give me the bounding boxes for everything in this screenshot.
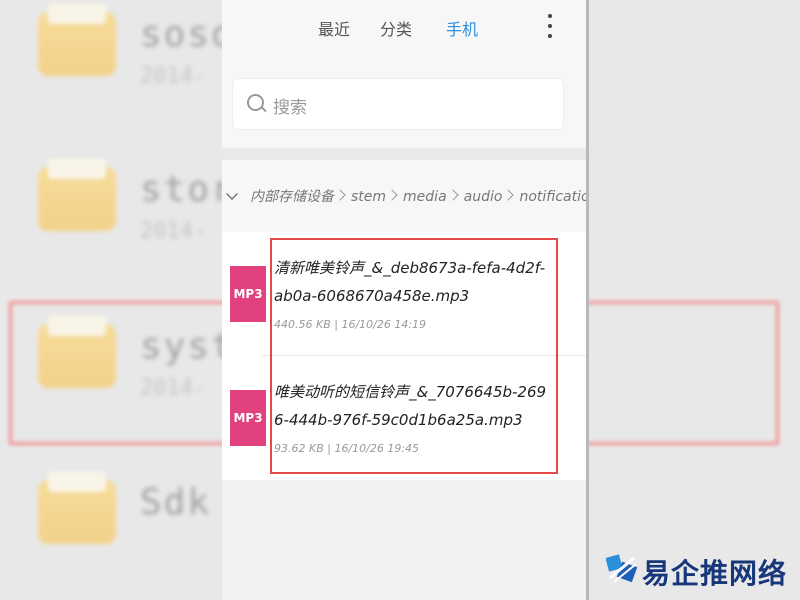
chevron-down-icon[interactable]: [226, 188, 238, 200]
chevron-right-icon: [507, 189, 513, 201]
mp3-file-icon: MP3: [230, 266, 266, 322]
file-meta: 440.56 KB | 16/10/26 14:19: [274, 318, 427, 331]
search-placeholder: 搜索: [273, 98, 307, 118]
section-divider: [222, 148, 586, 160]
file-name: 清新唯美铃声_&_deb8673a-fefa-4d2f-ab0a-6068670…: [274, 259, 546, 305]
watermark-logo-icon: [606, 554, 638, 583]
empty-area: [222, 480, 586, 600]
breadcrumb-item[interactable]: 内部存储设备: [250, 189, 334, 205]
breadcrumb-item[interactable]: media: [403, 189, 447, 205]
file-name: 唯美动听的短信铃声_&_7076645b-2696-444b-976f-59c0…: [274, 383, 547, 429]
watermark-text: 易企推网络: [642, 557, 788, 590]
search-icon: [247, 94, 264, 111]
chevron-right-icon: [452, 189, 458, 201]
breadcrumb-item[interactable]: stem: [351, 189, 386, 205]
more-menu-icon[interactable]: [540, 12, 560, 42]
list-item[interactable]: MP3 清新唯美铃声_&_deb8673a-fefa-4d2f-ab0a-606…: [222, 232, 586, 356]
search-area: 搜索: [222, 58, 586, 148]
breadcrumb: 内部存储设备 stem media audio notifications: [222, 160, 586, 232]
breadcrumb-path: 内部存储设备 stem media audio notifications: [250, 186, 586, 206]
tab-phone[interactable]: 手机: [446, 16, 478, 40]
tab-category[interactable]: 分类: [380, 16, 412, 40]
mp3-file-icon: MP3: [230, 390, 266, 446]
list-item[interactable]: MP3 唯美动听的短信铃声_&_7076645b-2696-444b-976f-…: [222, 356, 586, 480]
file-list: MP3 清新唯美铃声_&_deb8673a-fefa-4d2f-ab0a-606…: [222, 232, 586, 480]
chevron-right-icon: [391, 189, 397, 201]
search-input[interactable]: 搜索: [232, 78, 564, 130]
breadcrumb-item[interactable]: notifications: [519, 189, 586, 205]
tab-recent[interactable]: 最近: [318, 16, 350, 40]
file-manager-screen: 最近 分类 手机 搜索 内部存储设备 stem media audio notifica…: [222, 0, 586, 600]
tab-bar: 最近 分类 手机: [222, 0, 586, 58]
file-meta: 93.62 KB | 16/10/26 19:45: [274, 442, 420, 455]
phone-edge: [586, 0, 589, 600]
breadcrumb-item[interactable]: audio: [464, 189, 503, 205]
chevron-right-icon: [339, 189, 345, 201]
